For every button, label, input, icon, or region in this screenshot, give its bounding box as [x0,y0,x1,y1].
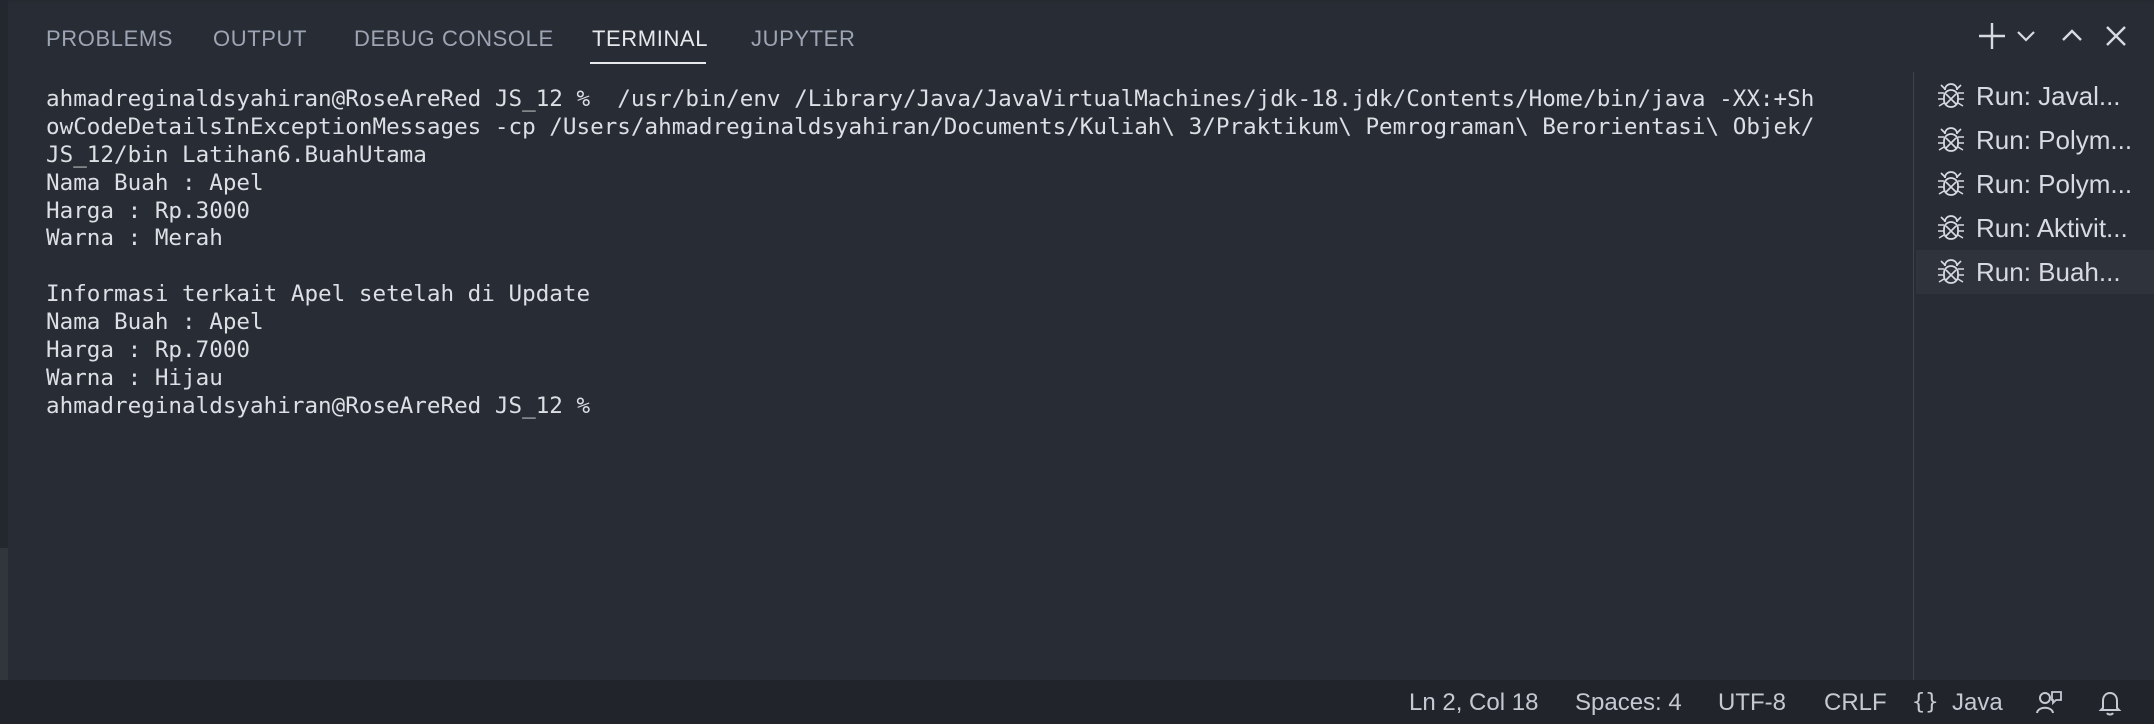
terminal-line: Warna : Hijau [46,364,223,391]
feedback-icon [2036,691,2062,714]
terminal-tabs-list: Run: Javal... Run: Polym... Run: Polym... R… [1916,74,2154,294]
tab-terminal[interactable]: TERMINAL [592,26,708,52]
terminal-line: ahmadreginaldsyahiran@RoseAreRed JS_12 % [46,392,591,419]
bug-icon [1938,171,1964,196]
terminal-line: Warna : Merah [46,225,223,252]
launch-profile-button[interactable] [2008,18,2044,54]
terminal-line: JS_12/bin Latihan6.BuahUtama [46,141,427,168]
terminal-line: Informasi terkait Apel setelah di Update [46,281,591,308]
tab-jupyter[interactable]: JUPYTER [751,26,855,52]
bug-icon [1938,259,1964,284]
bug-icon [1938,215,1964,240]
notifications-button[interactable] [2095,688,2125,718]
chevron-down-icon [2017,31,2035,42]
terminal-line: Harga : Rp.7000 [46,337,251,364]
terminal-line: ahmadreginaldsyahiran@RoseAreRed JS_12 %… [46,86,1815,112]
panel-tab-bar: PROBLEMS OUTPUT DEBUG CONSOLE TERMINAL J… [0,0,1900,72]
plus-icon [1979,23,2005,49]
cursor-position[interactable]: Ln 2, Col 18 [1409,689,1538,717]
terminal-tab-label: Run: Polym... [1976,124,2133,155]
terminal-tab-label: Run: Polym... [1976,168,2133,199]
terminal-line: Nama Buah : Apel [46,309,264,336]
close-icon [2106,26,2126,46]
tab-output[interactable]: OUTPUT [213,26,307,52]
terminal-tab-item[interactable]: Run: Buah... [1916,250,2154,294]
terminal-tab-label: Run: Aktivit... [1976,212,2128,243]
terminal-list-divider [1913,72,1914,680]
line-ending[interactable]: CRLF [1824,689,1887,717]
maximize-panel-button[interactable] [2054,18,2090,54]
terminal-line: Harga : Rp.3000 [46,197,251,224]
tab-debug-console[interactable]: DEBUG CONSOLE [354,26,554,52]
terminal-tab-label: Run: Buah... [1976,256,2121,287]
left-edge-strip-lower [0,548,8,680]
bug-icon [1938,127,1964,152]
terminal-tab-item[interactable]: Run: Javal... [1916,74,2154,118]
braces-icon: {} [1912,690,1939,715]
indentation-setting[interactable]: Spaces: 4 [1575,689,1682,717]
file-encoding[interactable]: UTF-8 [1718,689,1786,717]
terminal-output[interactable]: ahmadreginaldsyahiran@RoseAreRed JS_12 %… [46,86,1876,666]
new-terminal-button[interactable] [1974,18,2010,54]
feedback-button[interactable] [2034,688,2064,718]
terminal-tab-label: Run: Javal... [1976,80,2121,111]
tab-problems[interactable]: PROBLEMS [46,26,173,52]
terminal-line: Nama Buah : Apel [46,169,264,196]
terminal-tab-item[interactable]: Run: Polym... [1916,118,2154,162]
chevron-up-icon [2062,29,2082,41]
bug-icon [1938,83,1964,108]
terminal-line: owCodeDetailsInExceptionMessages -cp /Us… [46,113,1815,140]
terminal-tab-item[interactable]: Run: Polym... [1916,162,2154,206]
bell-icon [2098,691,2122,716]
active-tab-indicator [590,62,706,64]
terminal-tab-item[interactable]: Run: Aktivit... [1916,206,2154,250]
close-panel-button[interactable] [2098,18,2134,54]
terminal-panel: PROBLEMS OUTPUT DEBUG CONSOLE TERMINAL J… [0,0,2154,680]
language-mode[interactable]: Java [1952,689,2003,717]
status-bar: Ln 2, Col 18 Spaces: 4 UTF-8 CRLF {} Jav… [0,680,2154,724]
